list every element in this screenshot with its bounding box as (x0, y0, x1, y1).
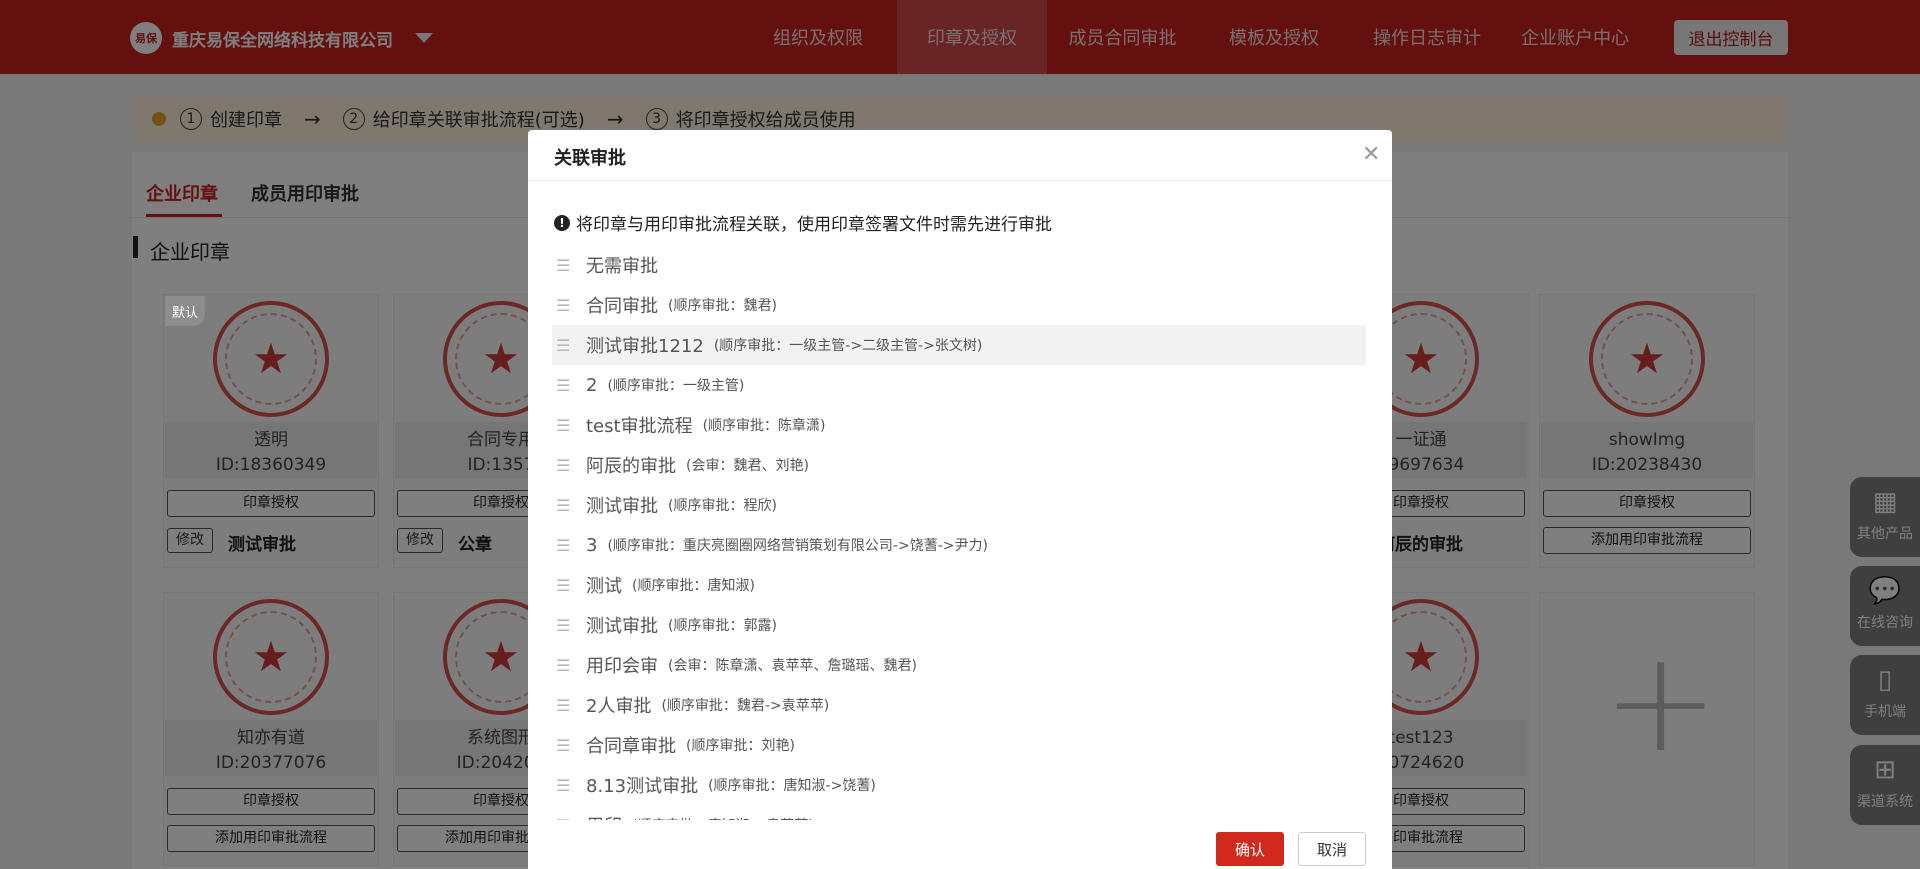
approval-flow-item[interactable]: ☰ 测试审批 (顺序审批：郭露) (552, 605, 1366, 645)
approval-flow-item[interactable]: ☰ 阿辰的审批 (会审：魏君、刘艳) (552, 445, 1366, 485)
approval-flow-name: 无需审批 (586, 256, 658, 277)
drag-handle-icon: ☰ (556, 695, 571, 715)
approval-flow-detail: (顺序审批：唐知淑->袁苹苹) (632, 815, 814, 820)
approval-flow-item[interactable]: ☰ 无需审批 (552, 245, 1366, 285)
approval-flow-item[interactable]: ☰ 8.13测试审批 (顺序审批：唐知淑->饶蓍) (552, 765, 1366, 805)
cancel-button[interactable]: 取消 (1298, 832, 1366, 866)
approval-flow-name: 测试审批 (586, 616, 658, 637)
approval-flow-detail: (顺序审批：刘艳) (686, 738, 795, 754)
approval-flow-list: ☰ 无需审批 ☰ 合同审批 (顺序审批：魏君) ☰ 测试审批1212 (顺序审批：一级主管->… (552, 245, 1366, 820)
drag-handle-icon: ☰ (556, 335, 571, 355)
approval-flow-detail: (顺序审批：唐知淑->饶蓍) (708, 778, 876, 794)
approval-flow-detail: (顺序审批：陈章潇) (702, 418, 826, 434)
approval-flow-detail: (顺序审批：一级主管) (607, 378, 745, 394)
approval-flow-item[interactable]: ☰ 用印会审 (会审：陈章潇、袁苹苹、詹璐瑶、魏君) (552, 645, 1366, 685)
drag-handle-icon: ☰ (556, 455, 571, 475)
approval-flow-name: 3 (586, 534, 598, 556)
drag-handle-icon: ☰ (556, 775, 571, 795)
approval-flow-name: 合同章审批 (586, 736, 676, 757)
default-badge: 默认 (165, 296, 205, 326)
drag-handle-icon: ☰ (556, 255, 571, 275)
approval-flow-detail: (顺序审批：重庆亮圈圈网络营销策划有限公司->饶蓍->尹力) (607, 538, 988, 554)
approval-flow-name: 2人审批 (586, 696, 652, 717)
approval-flow-detail: (顺序审批：魏君->袁苹苹) (661, 698, 830, 714)
approval-flow-name: 8.13测试审批 (586, 776, 699, 797)
approval-flow-detail: (顺序审批：魏君) (668, 298, 777, 314)
approval-flow-name: 测试 (586, 576, 622, 597)
exclamation-icon: ! (554, 214, 570, 231)
drag-handle-icon: ☰ (556, 295, 571, 315)
approval-flow-item[interactable]: ☰ test审批流程 (顺序审批：陈章潇) (552, 405, 1366, 445)
approval-flow-name: 测试审批 (586, 496, 658, 517)
approval-flow-name: 合同审批 (586, 296, 658, 317)
dialog-title: 关联审批 (554, 148, 626, 169)
drag-handle-icon: ☰ (556, 655, 571, 675)
approval-flow-name: 用印 (586, 812, 622, 820)
notice-text: 将印章与用印审批流程关联，使用印章签署文件时需先进行审批 (576, 215, 1052, 235)
dialog-divider (528, 180, 1392, 181)
drag-handle-icon: ☰ (556, 735, 571, 755)
approval-flow-item[interactable]: ☰ 用印 (顺序审批：唐知淑->袁苹苹) (552, 805, 1366, 821)
drag-handle-icon: ☰ (556, 495, 571, 515)
approval-flow-item[interactable]: ☰ 合同章审批 (顺序审批：刘艳) (552, 725, 1366, 765)
confirm-button[interactable]: 确认 (1216, 832, 1284, 866)
approval-flow-detail: (顺序审批：程欣) (668, 498, 777, 514)
dialog-notice: ! 将印章与用印审批流程关联，使用印章签署文件时需先进行审批 (554, 210, 1052, 235)
close-icon[interactable]: ✕ (1362, 142, 1380, 167)
approval-flow-name: 2 (586, 374, 598, 396)
approval-flow-name: 测试审批1212 (586, 336, 704, 357)
drag-handle-icon: ☰ (556, 415, 571, 435)
approval-flow-detail: (顺序审批：郭露) (668, 618, 777, 634)
approval-flow-name: 用印会审 (586, 656, 658, 677)
approval-flow-detail: (会审：魏君、刘艳) (686, 458, 809, 474)
approval-flow-item[interactable]: ☰ 测试 (顺序审批：唐知淑) (552, 565, 1366, 605)
approval-flow-name: 阿辰的审批 (586, 456, 676, 477)
approval-flow-name: test审批流程 (586, 416, 693, 437)
approval-flow-detail: (会审：陈章潇、袁苹苹、詹璐瑶、魏君) (668, 658, 917, 674)
approval-flow-item[interactable]: ☰ 2 (顺序审批：一级主管) (552, 365, 1366, 405)
drag-handle-icon: ☰ (556, 816, 576, 821)
approval-flow-item[interactable]: ☰ 合同审批 (顺序审批：魏君) (552, 285, 1366, 325)
link-approval-dialog: 关联审批 ✕ ! 将印章与用印审批流程关联，使用印章签署文件时需先进行审批 ☰ 无… (528, 130, 1392, 869)
approval-flow-item[interactable]: ☰ 测试审批1212 (顺序审批：一级主管->二级主管->张文树) (552, 325, 1366, 365)
drag-handle-icon: ☰ (556, 535, 571, 555)
approval-flow-detail: (顺序审批：唐知淑) (632, 578, 755, 594)
approval-flow-item[interactable]: ☰ 测试审批 (顺序审批：程欣) (552, 485, 1366, 525)
drag-handle-icon: ☰ (556, 575, 571, 595)
approval-flow-item[interactable]: ☰ 3 (顺序审批：重庆亮圈圈网络营销策划有限公司->饶蓍->尹力) (552, 525, 1366, 565)
drag-handle-icon: ☰ (556, 375, 571, 395)
approval-flow-item[interactable]: ☰ 2人审批 (顺序审批：魏君->袁苹苹) (552, 685, 1366, 725)
approval-flow-detail: (顺序审批：一级主管->二级主管->张文树) (713, 338, 983, 354)
drag-handle-icon: ☰ (556, 615, 571, 635)
